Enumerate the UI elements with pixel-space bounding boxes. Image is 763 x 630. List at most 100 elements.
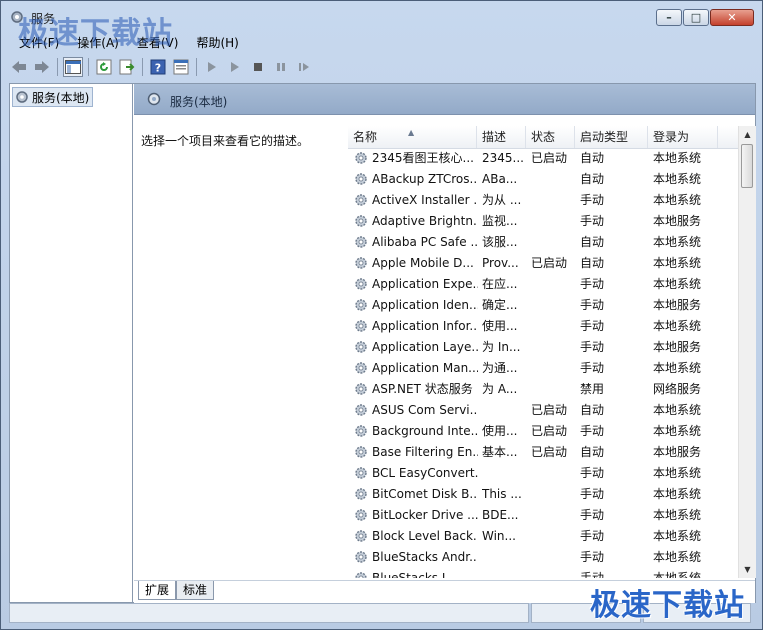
service-row[interactable]: Background Inte... 使用... 已启动 手动 本地系统 bbox=[348, 421, 738, 442]
toolbar: ? bbox=[9, 55, 756, 79]
service-row[interactable]: ABackup ZTCros... ABa... 自动 本地系统 bbox=[348, 169, 738, 190]
tab-extended[interactable]: 扩展 bbox=[138, 581, 177, 600]
service-description-cell: 为从 ... bbox=[482, 193, 522, 207]
service-log-on-as-cell: 本地系统 bbox=[653, 235, 702, 249]
export-list-button[interactable] bbox=[117, 57, 137, 77]
service-name-cell: Application Iden... bbox=[372, 298, 478, 312]
service-gear-icon bbox=[355, 194, 367, 206]
service-row[interactable]: BCL EasyConvert... 手动 本地系统 bbox=[348, 463, 738, 484]
column-header-label: 名称 bbox=[353, 130, 378, 144]
service-row[interactable]: Alibaba PC Safe ... 该服... 自动 本地系统 bbox=[348, 232, 738, 253]
column-header-description[interactable]: 描述 bbox=[477, 126, 526, 148]
service-row[interactable]: BitComet Disk B... This ... 手动 本地系统 bbox=[348, 484, 738, 505]
minimize-button[interactable]: – bbox=[656, 9, 682, 26]
service-description-cell: 确定... bbox=[482, 298, 518, 312]
pause-service-button[interactable] bbox=[271, 57, 291, 77]
pause-service-icon bbox=[277, 63, 285, 71]
service-row[interactable]: Application Iden... 确定... 手动 本地服务 bbox=[348, 295, 738, 316]
menu-help[interactable]: 帮助(H) bbox=[186, 34, 246, 52]
stop-service-button[interactable] bbox=[248, 57, 268, 77]
service-status-cell bbox=[531, 547, 577, 568]
close-button[interactable]: ✕ bbox=[710, 9, 754, 26]
service-status-cell: 已启动 bbox=[531, 256, 568, 270]
start-service-alt-icon bbox=[231, 62, 239, 72]
service-row[interactable]: 2345看图王核心... 2345... 已启动 自动 本地系统 bbox=[348, 148, 738, 169]
service-startup-type-cell: 手动 bbox=[580, 277, 605, 291]
service-row[interactable]: BitLocker Drive ... BDE... 手动 本地系统 bbox=[348, 505, 738, 526]
toolbar-separator bbox=[57, 58, 58, 76]
service-row[interactable]: Block Level Back... Win... 手动 本地系统 bbox=[348, 526, 738, 547]
service-row[interactable]: ASP.NET 状态服务为 A... 禁用 网络服务 bbox=[348, 379, 738, 400]
service-row[interactable]: Adaptive Brightn... 监视... 手动 本地服务 bbox=[348, 211, 738, 232]
service-gear-icon bbox=[355, 152, 367, 164]
service-description-cell: 为 A... bbox=[482, 382, 518, 396]
forward-button[interactable] bbox=[32, 57, 52, 77]
service-log-on-as-cell: 本地系统 bbox=[653, 151, 702, 165]
scroll-thumb[interactable] bbox=[741, 144, 753, 188]
vertical-scrollbar[interactable]: ▲ ▼ bbox=[738, 126, 756, 578]
back-button[interactable] bbox=[9, 57, 29, 77]
service-log-on-as-cell: 本地系统 bbox=[653, 571, 702, 578]
service-name-cell: ABackup ZTCros... bbox=[372, 172, 478, 186]
service-status-cell bbox=[531, 484, 577, 505]
maximize-button[interactable]: □ bbox=[683, 9, 709, 26]
service-gear-icon bbox=[355, 173, 367, 185]
watermark-top: 极速下载站 bbox=[18, 16, 173, 51]
service-row[interactable]: BlueStacks Andr... 手动 本地系统 bbox=[348, 547, 738, 568]
service-gear-icon bbox=[355, 257, 367, 269]
services-panel: 服务(本地) 选择一个项目来查看它的描述。 ▲ 名称 描述 状态 启动类型 登录… bbox=[134, 84, 756, 603]
service-startup-type-cell: 自动 bbox=[580, 445, 605, 459]
service-row[interactable]: Apple Mobile D... Prov... 已启动 自动 本地系统 bbox=[348, 253, 738, 274]
column-header-startup-type[interactable]: 启动类型 bbox=[575, 126, 648, 148]
show-console-tree-button[interactable] bbox=[63, 57, 83, 77]
service-description-cell: ABa... bbox=[482, 172, 518, 186]
service-row[interactable]: Application Expe... 在应... 手动 本地系统 bbox=[348, 274, 738, 295]
resume-service-button[interactable] bbox=[294, 57, 314, 77]
properties-button[interactable] bbox=[171, 57, 191, 77]
maximize-icon: □ bbox=[690, 11, 702, 24]
services-gear-icon bbox=[16, 91, 28, 103]
service-log-on-as-cell: 本地系统 bbox=[653, 361, 702, 375]
service-startup-type-cell: 手动 bbox=[580, 193, 605, 207]
start-service-alt-button[interactable] bbox=[225, 57, 245, 77]
service-row[interactable]: ActiveX Installer ... 为从 ... 手动 本地系统 bbox=[348, 190, 738, 211]
tab-standard[interactable]: 标准 bbox=[176, 581, 215, 600]
service-gear-icon bbox=[355, 572, 367, 578]
service-log-on-as-cell: 本地系统 bbox=[653, 256, 702, 270]
tree-node-services-local[interactable]: 服务(本地) bbox=[12, 87, 94, 107]
service-name-cell: Application Laye... bbox=[372, 340, 478, 354]
service-log-on-as-cell: 网络服务 bbox=[653, 382, 702, 396]
scroll-down-arrow-icon[interactable]: ▼ bbox=[739, 561, 756, 578]
panel-header: 服务(本地) bbox=[134, 84, 755, 115]
column-header-status[interactable]: 状态 bbox=[526, 126, 575, 148]
minimize-icon: – bbox=[666, 11, 672, 24]
column-header-name[interactable]: ▲ 名称 bbox=[348, 126, 477, 148]
services-window: 服务 – □ ✕ 文件(F) 操作(A) 查看(V) 帮助(H) ? 服务(本地… bbox=[0, 0, 763, 630]
service-log-on-as-cell: 本地系统 bbox=[653, 466, 702, 480]
service-log-on-as-cell: 本地系统 bbox=[653, 529, 702, 543]
service-row[interactable]: Application Man... 为通... 手动 本地系统 bbox=[348, 358, 738, 379]
service-row[interactable]: ASUS Com Servi... 已启动 自动 本地系统 bbox=[348, 400, 738, 421]
service-row[interactable]: BlueStacks L... 手动 本地系统 bbox=[348, 568, 738, 578]
toolbar-separator bbox=[196, 58, 197, 76]
refresh-button[interactable] bbox=[94, 57, 114, 77]
services-list: ▲ 名称 描述 状态 启动类型 登录为 2345看图王核心... 2345... 已… bbox=[348, 126, 738, 578]
service-row[interactable]: Base Filtering En... 基本... 已启动 自动 本地服务 bbox=[348, 442, 738, 463]
description-text: 选择一个项目来查看它的描述。 bbox=[141, 134, 310, 148]
service-name-cell: Background Inte... bbox=[372, 424, 478, 438]
column-header-log-on-as[interactable]: 登录为 bbox=[648, 126, 718, 148]
service-status-cell bbox=[531, 190, 577, 211]
service-status-cell bbox=[531, 358, 577, 379]
service-startup-type-cell: 手动 bbox=[580, 529, 605, 543]
service-row[interactable]: Application Infor... 使用... 手动 本地系统 bbox=[348, 316, 738, 337]
service-status-cell: 已启动 bbox=[531, 403, 568, 417]
service-status-cell bbox=[531, 274, 577, 295]
service-startup-type-cell: 自动 bbox=[580, 256, 605, 270]
service-row[interactable]: Application Laye... 为 In... 手动 本地服务 bbox=[348, 337, 738, 358]
scroll-up-arrow-icon[interactable]: ▲ bbox=[739, 126, 756, 143]
service-name-cell: BitComet Disk B... bbox=[372, 487, 478, 501]
help-button[interactable]: ? bbox=[148, 57, 168, 77]
start-service-button[interactable] bbox=[202, 57, 222, 77]
service-status-cell bbox=[531, 505, 577, 526]
service-description-cell bbox=[482, 463, 528, 484]
